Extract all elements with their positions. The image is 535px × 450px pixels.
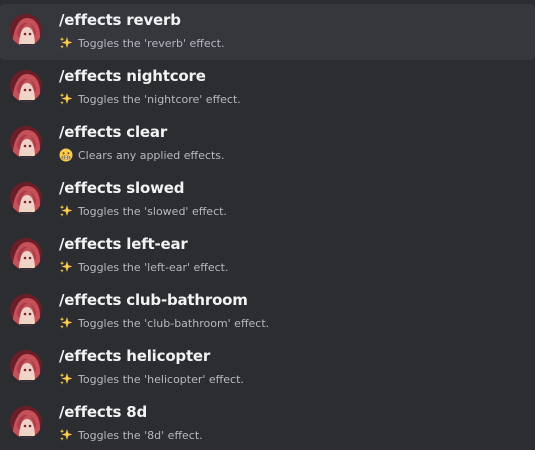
bot-avatar: [10, 238, 42, 270]
bot-avatar: [10, 70, 42, 102]
command-description: Toggles the 'reverb' effect.: [59, 36, 225, 50]
command-name: /effects nightcore: [59, 67, 206, 85]
sparkles-icon: [59, 372, 73, 386]
bot-avatar: [10, 14, 42, 46]
command-description-text: Toggles the 'club-bathroom' effect.: [78, 316, 270, 330]
command-description: Toggles the 'left-ear' effect.: [59, 260, 228, 274]
command-item-left-ear[interactable]: /effects left-ear Toggles the 'left-ear'…: [0, 228, 535, 284]
command-name: /effects clear: [59, 123, 168, 141]
command-description: Toggles the 'slowed' effect.: [59, 204, 227, 218]
bot-avatar: [10, 350, 42, 382]
command-description: Toggles the 'nightcore' effect.: [59, 92, 241, 106]
command-item-reverb[interactable]: /effects reverb Toggles the 'reverb' eff…: [0, 4, 535, 60]
bot-avatar: [10, 294, 42, 326]
command-name: /effects slowed: [59, 179, 185, 197]
bot-avatar: [10, 182, 42, 214]
command-description-text: Clears any applied effects.: [78, 148, 225, 162]
command-description: Toggles the 'helicopter' effect.: [59, 372, 244, 386]
sparkles-icon: [59, 36, 73, 50]
command-description-text: Toggles the 'left-ear' effect.: [78, 260, 229, 274]
command-name: /effects club-bathroom: [59, 291, 248, 309]
command-item-helicopter[interactable]: /effects helicopter Toggles the 'helicop…: [0, 340, 535, 396]
sparkles-icon: [59, 260, 73, 274]
command-name: /effects reverb: [59, 11, 181, 29]
command-item-nightcore[interactable]: /effects nightcore Toggles the 'nightcor…: [0, 60, 535, 116]
bot-avatar: [10, 406, 42, 438]
command-item-club-bathroom[interactable]: /effects club-bathroom Toggles the 'club…: [0, 284, 535, 340]
command-name: /effects helicopter: [59, 347, 211, 365]
command-description-text: Toggles the 'slowed' effect.: [78, 204, 227, 218]
command-name: /effects 8d: [59, 403, 148, 421]
command-description-text: Toggles the 'helicopter' effect.: [78, 372, 244, 386]
command-item-slowed[interactable]: /effects slowed Toggles the 'slowed' eff…: [0, 172, 535, 228]
command-description: Clears any applied effects.: [59, 148, 224, 162]
command-description: Toggles the 'club-bathroom' effect.: [59, 316, 269, 330]
command-item-8d[interactable]: /effects 8d Toggles the '8d' effect.: [0, 396, 535, 450]
command-description-text: Toggles the '8d' effect.: [78, 428, 203, 442]
sparkles-icon: [59, 428, 73, 442]
command-description-text: Toggles the 'reverb' effect.: [78, 36, 225, 50]
sparkles-icon: [59, 316, 73, 330]
command-description-text: Toggles the 'nightcore' effect.: [78, 92, 241, 106]
sparkles-icon: [59, 204, 73, 218]
sparkles-icon: [59, 92, 73, 106]
command-item-clear[interactable]: /effects clear Clears any applied effect…: [0, 116, 535, 172]
command-autocomplete-list: /effects reverb Toggles the 'reverb' eff…: [0, 0, 535, 450]
command-name: /effects left-ear: [59, 235, 188, 253]
command-description: Toggles the '8d' effect.: [59, 428, 203, 442]
bot-avatar: [10, 126, 42, 158]
grimacing-face-icon: [59, 148, 73, 162]
